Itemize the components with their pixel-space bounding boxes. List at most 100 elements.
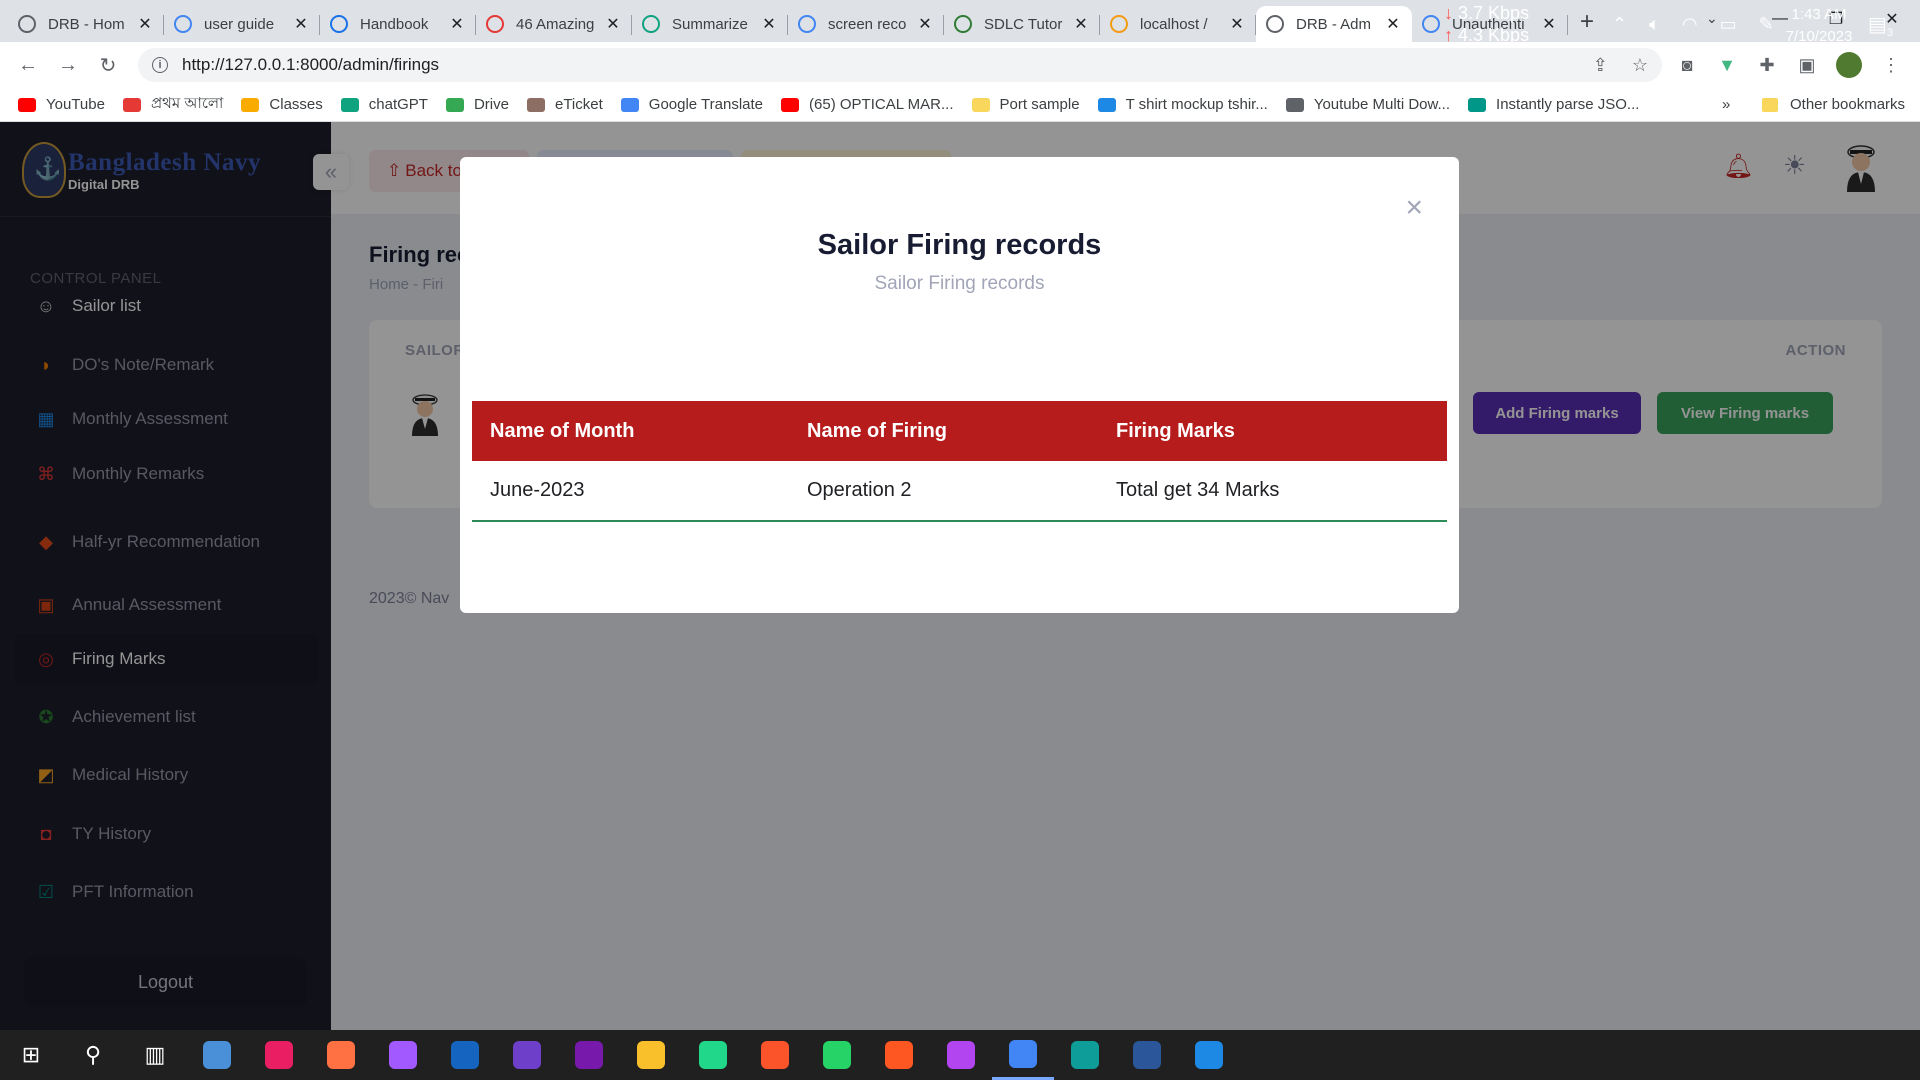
tab-close-icon[interactable]: ✕ [1540, 14, 1558, 34]
bookmark-favicon-icon [1097, 97, 1116, 112]
tab-close-icon[interactable]: ✕ [1384, 14, 1402, 34]
tab-close-icon[interactable]: ✕ [1072, 14, 1090, 34]
bookmark-favicon-icon [18, 97, 36, 112]
volume-icon[interactable]: 🔈︎ [1649, 14, 1660, 35]
bookmark-item[interactable]: Classes [241, 96, 323, 113]
puzzle-extensions-icon[interactable]: ✚ [1756, 55, 1778, 76]
url-text[interactable]: http://127.0.0.1:8000/admin/firings [182, 55, 439, 75]
tab-close-icon[interactable]: ✕ [760, 14, 778, 34]
bookmark-favicon-icon [526, 97, 545, 112]
browser-tab[interactable]: 46 Amazing ✕ [476, 6, 632, 42]
globe-icon [18, 15, 36, 33]
reload-icon[interactable]: ↻ [88, 53, 128, 78]
bookmark-item[interactable]: Port sample [971, 96, 1080, 113]
browser-tab[interactable]: screen reco ✕ [788, 6, 944, 42]
tab-title: localhost / [1140, 15, 1208, 33]
tab-close-icon[interactable]: ✕ [292, 14, 310, 34]
modal-title: Sailor Firing records [817, 229, 1102, 261]
whatsapp-icon[interactable] [806, 1030, 868, 1080]
bookmark-item[interactable]: YouTube [18, 96, 105, 113]
tab-title: 46 Amazing [516, 15, 595, 33]
tab-title: DRB - Adm [1296, 15, 1372, 33]
notification-center-icon[interactable]: ▤3 [1868, 12, 1893, 39]
bookmark-item[interactable]: (65) OPTICAL MAR... [781, 96, 954, 113]
word-icon-tile [1133, 1041, 1161, 1069]
app-icon[interactable] [310, 1030, 372, 1080]
system-tray: ⌃ 🔈︎ ◠ ▭ ✎ [1612, 14, 1774, 35]
app-icon[interactable] [868, 1030, 930, 1080]
app-icon[interactable] [248, 1030, 310, 1080]
app-icon-tile [203, 1041, 231, 1069]
tab-close-icon[interactable]: ✕ [1228, 14, 1246, 34]
bookmark-item[interactable]: Drive [445, 96, 509, 113]
bookmark-item[interactable]: chatGPT [340, 96, 428, 113]
browser-tab[interactable]: SDLC Tutor ✕ [944, 6, 1100, 42]
wifi-icon[interactable]: ◠ [1682, 14, 1698, 35]
pycharm-icon[interactable] [682, 1030, 744, 1080]
app-icon[interactable] [434, 1030, 496, 1080]
browser-tab[interactable]: Summarize ✕ [632, 6, 788, 42]
bookmark-item[interactable]: Google Translate [620, 96, 763, 113]
table-row: June-2023 Operation 2 Total get 34 Marks [472, 461, 1447, 522]
brave-icon[interactable] [744, 1030, 806, 1080]
taskbar-clock[interactable]: 1:43 AM 7/10/2023 [1774, 4, 1864, 48]
bookmark-item[interactable]: প্রথম আলো [122, 92, 223, 117]
photos-icon[interactable] [1178, 1030, 1240, 1080]
github-icon[interactable] [496, 1030, 558, 1080]
camera-extension-icon[interactable]: ◙ [1676, 55, 1698, 76]
upload-arrow-icon: ↑ [1444, 25, 1453, 45]
new-tab-icon[interactable]: + [1580, 8, 1594, 36]
pen-icon[interactable]: ✎ [1759, 14, 1774, 35]
back-arrow-icon[interactable]: ← [8, 54, 48, 77]
word-icon[interactable] [1116, 1030, 1178, 1080]
tab-close-icon[interactable]: ✕ [604, 14, 622, 34]
tab-close-icon[interactable]: ✕ [916, 14, 934, 34]
tab-close-icon[interactable]: ✕ [448, 14, 466, 34]
tab-close-icon[interactable]: ✕ [136, 14, 154, 34]
onenote-icon[interactable] [558, 1030, 620, 1080]
other-bookmarks-folder[interactable]: Other bookmarks [1762, 96, 1905, 113]
side-panel-icon[interactable]: ▣ [1796, 55, 1818, 76]
omnibox[interactable]: i http://127.0.0.1:8000/admin/firings ⇪ … [138, 48, 1662, 82]
windows-icon[interactable]: ⊞ [0, 1030, 62, 1080]
net-down-text: 3.7 Kbps [1458, 3, 1530, 23]
chevron-up-icon[interactable]: ⌃ [1612, 14, 1627, 35]
download-arrow-icon: ↓ [1444, 3, 1453, 23]
taskview-icon[interactable]: ▥ [124, 1030, 186, 1080]
bookmarks-overflow-icon[interactable]: » [1722, 96, 1730, 113]
globe-icon [1266, 15, 1284, 33]
bookmark-item[interactable]: Youtube Multi Dow... [1285, 96, 1450, 113]
close-icon[interactable]: × [1405, 193, 1423, 223]
bookmark-favicon-icon [620, 97, 639, 112]
bookmark-item[interactable]: T shirt mockup tshir... [1097, 96, 1268, 113]
table-cell: June-2023 [472, 461, 789, 522]
battery-icon[interactable]: ▭ [1720, 14, 1737, 35]
bookmark-label: Drive [473, 96, 509, 113]
browser-tab[interactable]: DRB - Hom ✕ [8, 6, 164, 42]
browser-tab[interactable]: DRB - Adm ✕ [1256, 6, 1412, 42]
bookmark-item[interactable]: eTicket [526, 96, 603, 113]
bookmark-item[interactable]: Instantly parse JSO... [1468, 96, 1639, 113]
vue-extension-icon[interactable]: ▼ [1716, 55, 1738, 76]
app-icon[interactable] [186, 1030, 248, 1080]
explorer-icon[interactable] [620, 1030, 682, 1080]
app-icon-tile [265, 1041, 293, 1069]
edge-icon[interactable] [1054, 1030, 1116, 1080]
figma-icon[interactable] [372, 1030, 434, 1080]
chrome-icon[interactable] [992, 1030, 1054, 1080]
browser-tab[interactable]: Handbook ✕ [320, 6, 476, 42]
share-icon[interactable]: ⇪ [1593, 55, 1608, 76]
site-info-icon[interactable]: i [152, 57, 168, 73]
browser-menu-icon[interactable]: ⋮ [1880, 55, 1902, 76]
edge-icon-tile [1071, 1041, 1099, 1069]
photos-icon-tile [1195, 1041, 1223, 1069]
bookmark-star-icon[interactable]: ☆ [1632, 55, 1648, 76]
search-icon[interactable]: ⚲ [62, 1030, 124, 1080]
windows-taskbar: ⊞ ⚲ ▥ [0, 1030, 1920, 1080]
profile-avatar[interactable] [1836, 52, 1862, 78]
phpstorm-icon[interactable] [930, 1030, 992, 1080]
browser-tab[interactable]: localhost / ✕ [1100, 6, 1256, 42]
forward-arrow-icon[interactable]: → [48, 54, 88, 77]
browser-tab[interactable]: user guide ✕ [164, 6, 320, 42]
bookmark-favicon-icon [971, 97, 990, 112]
